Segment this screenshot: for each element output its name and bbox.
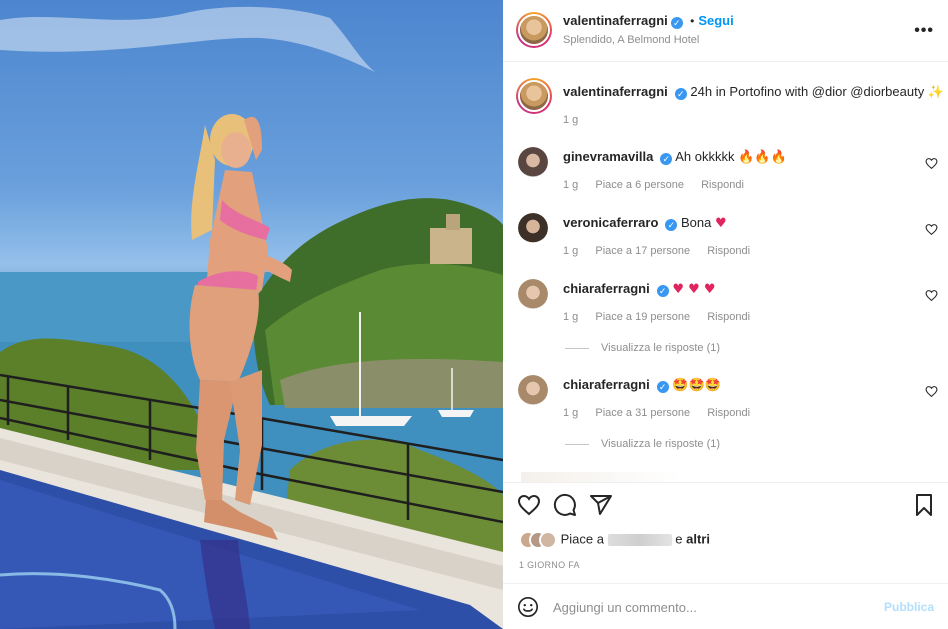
verified-icon: ✓ xyxy=(656,381,669,393)
post-timestamp[interactable]: 1 GIORNO FA xyxy=(519,560,580,570)
reply-button[interactable]: Rispondi xyxy=(707,245,750,257)
view-replies-label: Visualizza le risposte (1) xyxy=(601,438,721,450)
post-sidebar: valentinaferragni ✓ • Segui Splendido, A B… xyxy=(503,0,948,629)
verified-icon: ✓ xyxy=(665,219,678,231)
sparkles-emoji: ✨ xyxy=(927,85,944,100)
comment-meta: 1 g Piace a 17 persone Rispondi xyxy=(563,245,764,257)
heart-icon[interactable] xyxy=(517,493,541,517)
comment-text: ginevramavilla ✓ Ah okkkkk 🔥🔥🔥 xyxy=(563,149,787,165)
replies-divider xyxy=(565,347,589,349)
commenter-username[interactable]: veronicaferraro xyxy=(563,215,658,230)
like-comment-heart-icon[interactable] xyxy=(925,223,938,236)
comment-text: chiaraferragni ✓ 🤩🤩🤩 xyxy=(563,377,721,393)
share-icon[interactable] xyxy=(589,493,613,517)
caption-username[interactable]: valentinaferragni xyxy=(563,84,668,99)
commenter-avatar[interactable] xyxy=(518,375,548,405)
commenter-avatar[interactable] xyxy=(518,147,548,177)
commenter-avatar[interactable] xyxy=(518,213,548,243)
comment-time[interactable]: 1 g xyxy=(563,311,578,323)
caption-text: valentinaferragni ✓ 24h in Portofino with… xyxy=(563,84,944,100)
caption-body: 24h in Portofino with @dior @diorbeauty xyxy=(690,84,925,99)
red-heart-emoji: ♥ xyxy=(715,216,727,231)
commenter-username[interactable]: chiaraferragni xyxy=(563,377,650,392)
comment-row: ginevramavilla ✓ Ah okkkkk 🔥🔥🔥 1 g Piace … xyxy=(503,144,948,210)
likes-prefix: Piace a xyxy=(560,531,604,547)
reply-button[interactable]: Rispondi xyxy=(707,311,750,323)
caption-time[interactable]: 1 g xyxy=(563,114,578,126)
caption-avatar[interactable] xyxy=(516,78,552,114)
action-bar: Piace a e altri 1 GIORNO FA xyxy=(503,482,948,582)
liker-avatar xyxy=(539,531,557,549)
comment-row: veronicaferraro ✓ Bona ♥ 1 g Piace a 17 p… xyxy=(503,210,948,276)
comment-time[interactable]: 1 g xyxy=(563,245,578,257)
likes-and: e xyxy=(675,531,683,547)
replies-divider xyxy=(565,443,589,445)
emoji-icon[interactable] xyxy=(517,596,539,618)
commenter-username[interactable]: chiaraferragni xyxy=(563,281,650,296)
comment-time[interactable]: 1 g xyxy=(563,179,578,191)
author-username[interactable]: valentinaferragni xyxy=(563,13,668,28)
comment-text: chiaraferragni ✓ ♥ ♥ ♥ xyxy=(563,281,716,297)
view-replies-button[interactable]: Visualizza le risposte (1) xyxy=(565,438,720,450)
comment-meta: 1 g Piace a 31 persone Rispondi xyxy=(563,407,764,419)
fire-emoji: 🔥🔥🔥 xyxy=(738,150,787,165)
comment-row: chiaraferragni ✓ ♥ ♥ ♥ 1 g Piace a 19 per… xyxy=(503,276,948,372)
publish-button[interactable]: Pubblica xyxy=(884,600,934,614)
star-struck-emoji: 🤩🤩🤩 xyxy=(672,378,721,393)
comment-text: veronicaferraro ✓ Bona ♥ xyxy=(563,215,727,231)
view-replies-button[interactable]: Visualizza le risposte (1) xyxy=(565,342,720,354)
comment-likes[interactable]: Piace a 6 persone xyxy=(595,179,684,191)
like-comment-heart-icon[interactable] xyxy=(925,385,938,398)
verified-icon: ✓ xyxy=(670,17,683,29)
post-header: valentinaferragni ✓ • Segui Splendido, A B… xyxy=(503,0,948,62)
photo-scene xyxy=(0,6,503,629)
comment-likes[interactable]: Piace a 31 persone xyxy=(595,407,690,419)
post-location[interactable]: Splendido, A Belmond Hotel xyxy=(563,34,699,46)
verified-icon: ✓ xyxy=(674,88,687,100)
bookmark-icon[interactable] xyxy=(912,493,936,517)
comment-likes[interactable]: Piace a 19 persone xyxy=(595,311,690,323)
comment-row: chiaraferragni ✓ 🤩🤩🤩 1 g Piace a 31 perso… xyxy=(503,372,948,468)
verified-icon: ✓ xyxy=(660,153,673,165)
likes-others[interactable]: altri xyxy=(686,531,710,546)
comment-icon[interactable] xyxy=(553,493,577,517)
view-replies-label: Visualizza le risposte (1) xyxy=(601,342,721,354)
follow-button[interactable]: Segui xyxy=(698,13,733,28)
author-avatar[interactable] xyxy=(516,12,552,48)
more-icon[interactable]: ••• xyxy=(914,22,934,40)
comment-input[interactable] xyxy=(553,596,873,618)
likes-summary[interactable]: Piace a e altri xyxy=(519,531,710,549)
comments-list[interactable]: valentinaferragni ✓ 24h in Portofino with… xyxy=(503,62,948,482)
comment-meta: 1 g Piace a 19 persone Rispondi xyxy=(563,311,764,323)
post-photo[interactable] xyxy=(0,0,503,629)
comment-body: Bona xyxy=(681,215,712,230)
like-comment-heart-icon[interactable] xyxy=(925,157,938,170)
commenter-username[interactable]: ginevramavilla xyxy=(563,149,653,164)
comment-body: Ah okkkkk xyxy=(675,149,735,164)
separator-dot: • xyxy=(690,14,695,28)
comment-meta: 1 g Piace a 6 persone Rispondi xyxy=(563,179,758,191)
reply-button[interactable]: Rispondi xyxy=(701,179,744,191)
like-comment-heart-icon[interactable] xyxy=(925,289,938,302)
caption: valentinaferragni ✓ 24h in Portofino with… xyxy=(503,76,948,136)
red-hearts-emoji: ♥ ♥ ♥ xyxy=(672,282,716,297)
reply-button[interactable]: Rispondi xyxy=(707,407,750,419)
commenter-avatar[interactable] xyxy=(518,279,548,309)
caption-meta: 1 g xyxy=(563,114,592,126)
comment-time[interactable]: 1 g xyxy=(563,407,578,419)
blurred-username xyxy=(607,534,672,546)
verified-icon: ✓ xyxy=(656,285,669,297)
next-comment-peek xyxy=(521,472,681,482)
comment-likes[interactable]: Piace a 17 persone xyxy=(595,245,690,257)
author-line: valentinaferragni ✓ • Segui xyxy=(563,13,734,29)
comment-composer: Pubblica xyxy=(503,583,948,629)
